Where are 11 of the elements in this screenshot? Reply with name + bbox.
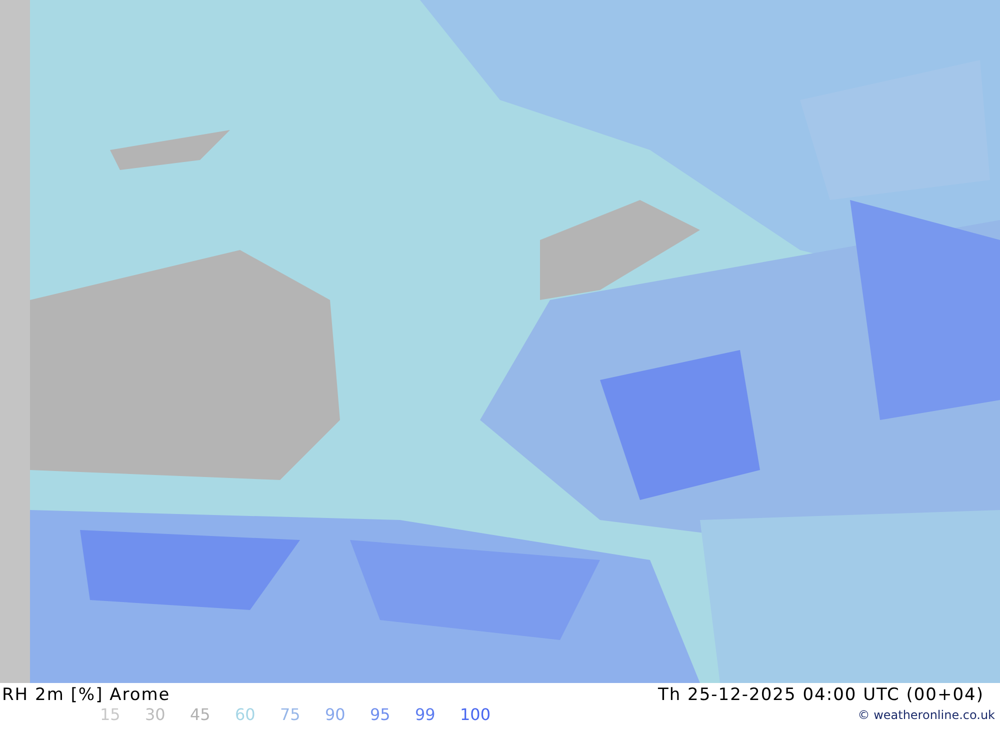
legend-value: 45 [190, 705, 212, 724]
copyright-link[interactable]: © weatheronline.co.uk [858, 708, 1000, 722]
legend-value: 95 [370, 705, 392, 724]
legend-value: 30 [145, 705, 166, 724]
legend-value: 75 [280, 705, 302, 724]
legend-value: 99 [415, 705, 436, 724]
legend-value: 100 [460, 705, 492, 724]
legend-value: 90 [325, 705, 346, 724]
legend-value: 60 [235, 705, 256, 724]
map-title: RH 2m [%] Arome [1, 685, 170, 705]
valid-time: Th 25-12-2025 04:00 UTC (00+04) [658, 685, 985, 705]
